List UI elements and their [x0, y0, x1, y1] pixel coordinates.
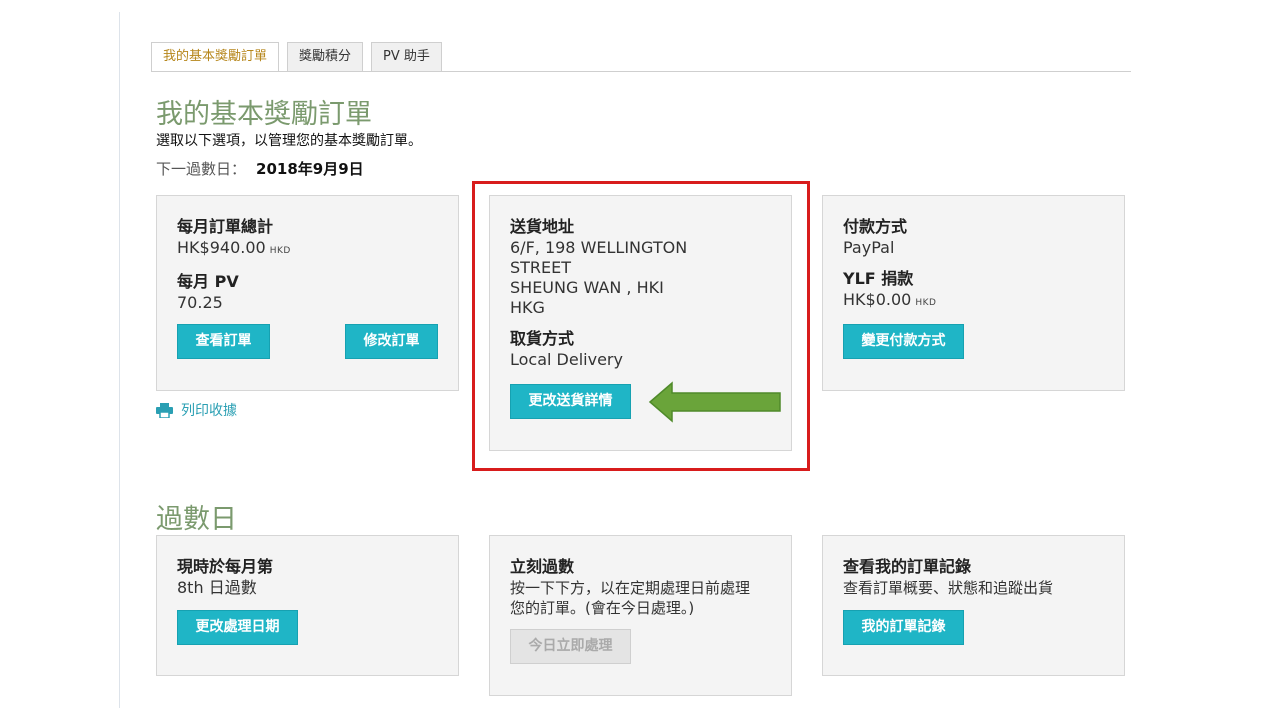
monthly-total-heading: 每月訂單總計 [177, 217, 274, 236]
next-process-label: 下一過數日： [156, 160, 247, 178]
page-subtitle: 選取以下選項，以管理您的基本獎勵訂單。 [156, 133, 422, 149]
donation-heading-text: 捐款 [881, 269, 914, 288]
current-process-heading: 現時於每月第 [177, 557, 274, 576]
donation-heading: YLF 捐款 [843, 268, 1104, 290]
monthly-total-unit: HKD [269, 246, 291, 256]
donation-value: HK$0.00 HKD [843, 290, 1104, 313]
order-history-heading: 查看我的訂單記錄 [843, 557, 972, 576]
monthly-pv-heading: 每月 PV [177, 271, 438, 293]
order-history-description: 查看訂單概要、狀態和追蹤出貨 [843, 579, 1054, 597]
current-process-value: 8th 日過數 [177, 578, 438, 598]
order-history-button[interactable]: 我的訂單記錄 [843, 610, 964, 645]
change-payment-button[interactable]: 變更付款方式 [843, 324, 964, 359]
payment-method-value: PayPal [843, 238, 895, 257]
left-arrow-icon [648, 381, 781, 423]
monthly-pv-value: 70.25 [177, 293, 223, 312]
modify-order-button[interactable]: 修改訂單 [345, 324, 438, 359]
tab-reward-points[interactable]: 獎勵積分 [287, 42, 364, 72]
process-now-description-1: 按一下下方，以在定期處理日前處理 [510, 579, 751, 597]
monthly-total-value: HK$940.00 HKD [177, 238, 438, 261]
print-receipt-label: 列印收據 [181, 403, 237, 419]
order-history-card: 查看我的訂單記錄 查看訂單概要、狀態和追蹤出貨 [822, 535, 1125, 676]
current-process-card: 現時於每月第 8th 日過數 [156, 535, 459, 676]
left-border-rule [119, 12, 120, 708]
process-now-heading: 立刻過數 [510, 557, 575, 576]
tab-basic-reward-orders[interactable]: 我的基本獎勵訂單 [151, 42, 280, 72]
view-order-button[interactable]: 查看訂單 [177, 324, 270, 359]
monthly-pv-heading-suffix: PV [214, 272, 239, 291]
page-title: 我的基本獎勵訂單 [156, 99, 372, 130]
donation-heading-prefix: YLF [843, 269, 876, 288]
print-receipt-link[interactable]: 列印收據 [156, 400, 237, 420]
tab-bar: 我的基本獎勵訂單 獎勵積分 PV 助手 [151, 42, 450, 72]
process-section-title: 過數日 [156, 504, 237, 535]
tab-divider [151, 71, 1131, 72]
monthly-pv-heading-text: 每月 [177, 272, 210, 291]
donation-unit: HKD [915, 298, 937, 308]
printer-icon [156, 402, 173, 418]
tab-pv-assistant[interactable]: PV 助手 [371, 42, 442, 72]
change-process-date-button[interactable]: 更改處理日期 [177, 610, 298, 645]
current-process-day: 8th [177, 578, 204, 597]
monthly-total-amount: HK$940.00 [177, 238, 266, 257]
process-now-card: 立刻過數 按一下下方，以在定期處理日前處理 您的訂單。(會在今日處理。) [489, 535, 792, 696]
process-now-description-2: 您的訂單。(會在今日處理。) [510, 599, 695, 617]
monthly-order-card: 每月訂單總計 HK$940.00 HKD 每月 PV 70.25 [156, 195, 459, 391]
payment-card: 付款方式 PayPal YLF 捐款 HK$0.00 HKD [822, 195, 1125, 391]
current-process-suffix: 日過數 [208, 578, 257, 597]
payment-method-heading: 付款方式 [843, 217, 908, 236]
next-process-date: 下一過數日： 2018年9月9日 [156, 158, 364, 179]
donation-amount: HK$0.00 [843, 290, 912, 309]
highlight-box [472, 181, 810, 471]
process-today-button[interactable]: 今日立即處理 [510, 629, 631, 664]
next-process-value: 2018年9月9日 [256, 160, 364, 178]
